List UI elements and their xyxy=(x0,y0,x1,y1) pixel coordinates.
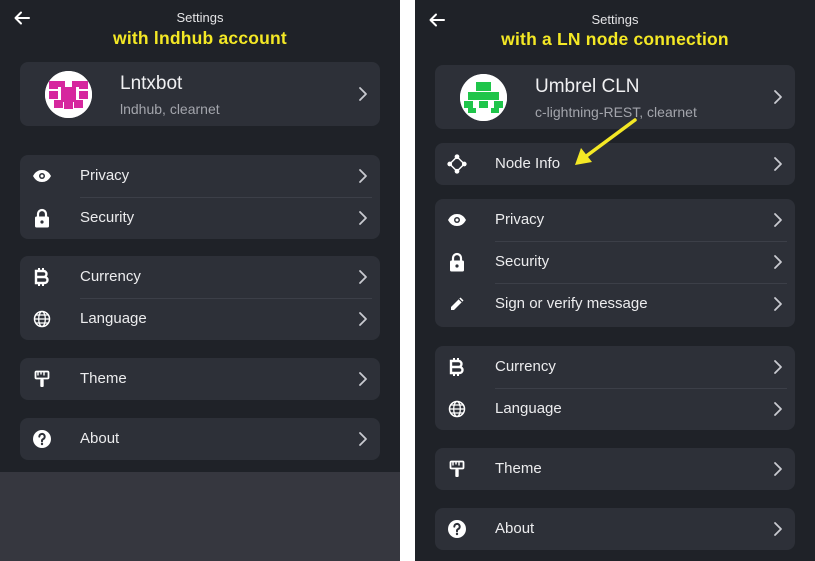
account-card[interactable]: Lntxbot lndhub, clearnet xyxy=(20,62,380,126)
chevron-right-icon xyxy=(773,254,783,270)
pencil-icon xyxy=(447,294,467,314)
settings-item-label: About xyxy=(80,430,120,447)
settings-item-label: About xyxy=(495,520,535,537)
settings-item-security[interactable]: Security xyxy=(20,197,380,239)
settings-item-privacy[interactable]: Privacy xyxy=(20,155,380,198)
settings-item-label: Language xyxy=(495,400,562,417)
settings-item-theme[interactable]: Theme xyxy=(20,358,380,400)
lock-icon xyxy=(32,208,52,228)
chevron-right-icon xyxy=(773,521,783,537)
settings-item-sign-verify[interactable]: Sign or verify message xyxy=(435,283,795,325)
settings-item-label: Privacy xyxy=(495,211,545,228)
theme-group: Theme xyxy=(435,448,795,490)
settings-item-language[interactable]: Language xyxy=(435,388,795,430)
page-title: Settings xyxy=(591,12,639,27)
settings-screen-lndhub: Settings with lndhub account Lntxbot lnd… xyxy=(0,0,400,472)
chevron-right-icon xyxy=(358,311,368,327)
paint-roller-icon xyxy=(32,369,52,389)
lntxbot-identicon xyxy=(45,71,92,118)
chevron-right-icon xyxy=(773,401,783,417)
eye-icon xyxy=(447,210,467,230)
chevron-right-icon xyxy=(358,210,368,226)
settings-item-label: Sign or verify message xyxy=(495,295,648,312)
privacy-security-group: Privacy Security xyxy=(20,155,380,239)
annotation-arrow-icon xyxy=(575,118,637,165)
empty-area xyxy=(0,472,400,561)
help-circle-icon xyxy=(32,429,52,449)
eye-icon xyxy=(32,166,52,186)
bitcoin-icon xyxy=(32,267,52,287)
settings-item-about[interactable]: About xyxy=(435,508,795,550)
settings-item-theme[interactable]: Theme xyxy=(435,448,795,490)
avatar xyxy=(45,71,92,118)
chevron-right-icon xyxy=(358,168,368,184)
chevron-right-icon xyxy=(358,269,368,285)
about-group: About xyxy=(435,508,795,550)
paint-roller-icon xyxy=(447,459,467,479)
settings-item-label: Language xyxy=(80,310,147,327)
chevron-right-icon xyxy=(773,359,783,375)
lock-icon xyxy=(447,252,467,272)
settings-item-label: Security xyxy=(495,253,550,270)
chevron-right-icon xyxy=(773,461,783,477)
settings-item-label: Privacy xyxy=(80,167,130,184)
chevron-right-icon xyxy=(773,212,783,228)
settings-item-label: Currency xyxy=(495,358,556,375)
chevron-right-icon xyxy=(773,156,783,172)
settings-item-currency[interactable]: Currency xyxy=(435,346,795,389)
about-group: About xyxy=(20,418,380,460)
chevron-right-icon xyxy=(358,86,368,102)
settings-item-about[interactable]: About xyxy=(20,418,380,460)
settings-item-label: Node Info xyxy=(495,155,561,172)
chevron-right-icon xyxy=(773,89,783,105)
account-name: Lntxbot xyxy=(120,73,183,94)
help-circle-icon xyxy=(447,519,467,539)
settings-item-privacy[interactable]: Privacy xyxy=(435,199,795,242)
theme-group: Theme xyxy=(20,358,380,400)
chevron-right-icon xyxy=(358,371,368,387)
account-subtitle: lndhub, clearnet xyxy=(120,101,220,117)
avatar xyxy=(460,74,507,121)
privacy-security-group: Privacy Security Sign or verify message xyxy=(435,199,795,327)
node-info-icon xyxy=(447,154,467,174)
currency-language-group: Currency Language xyxy=(435,346,795,430)
bitcoin-icon xyxy=(447,357,467,377)
settings-item-security[interactable]: Security xyxy=(435,241,795,284)
currency-language-group: Currency Language xyxy=(20,256,380,340)
globe-icon xyxy=(447,399,467,419)
settings-item-label: Currency xyxy=(80,268,141,285)
caption-annotation: with a LN node connection xyxy=(501,29,729,49)
chevron-right-icon xyxy=(358,431,368,447)
globe-icon xyxy=(32,309,52,329)
page-title: Settings xyxy=(176,10,224,25)
umbrel-identicon xyxy=(460,74,507,121)
settings-screen-ln-node: Settings with a LN node connection Umbre… xyxy=(415,0,815,561)
chevron-right-icon xyxy=(773,296,783,312)
settings-item-label: Theme xyxy=(495,460,542,477)
account-name: Umbrel CLN xyxy=(535,76,640,97)
settings-item-label: Theme xyxy=(80,370,127,387)
settings-item-label: Security xyxy=(80,209,135,226)
settings-item-currency[interactable]: Currency xyxy=(20,256,380,299)
caption-annotation: with lndhub account xyxy=(113,28,287,48)
settings-item-language[interactable]: Language xyxy=(20,298,380,340)
